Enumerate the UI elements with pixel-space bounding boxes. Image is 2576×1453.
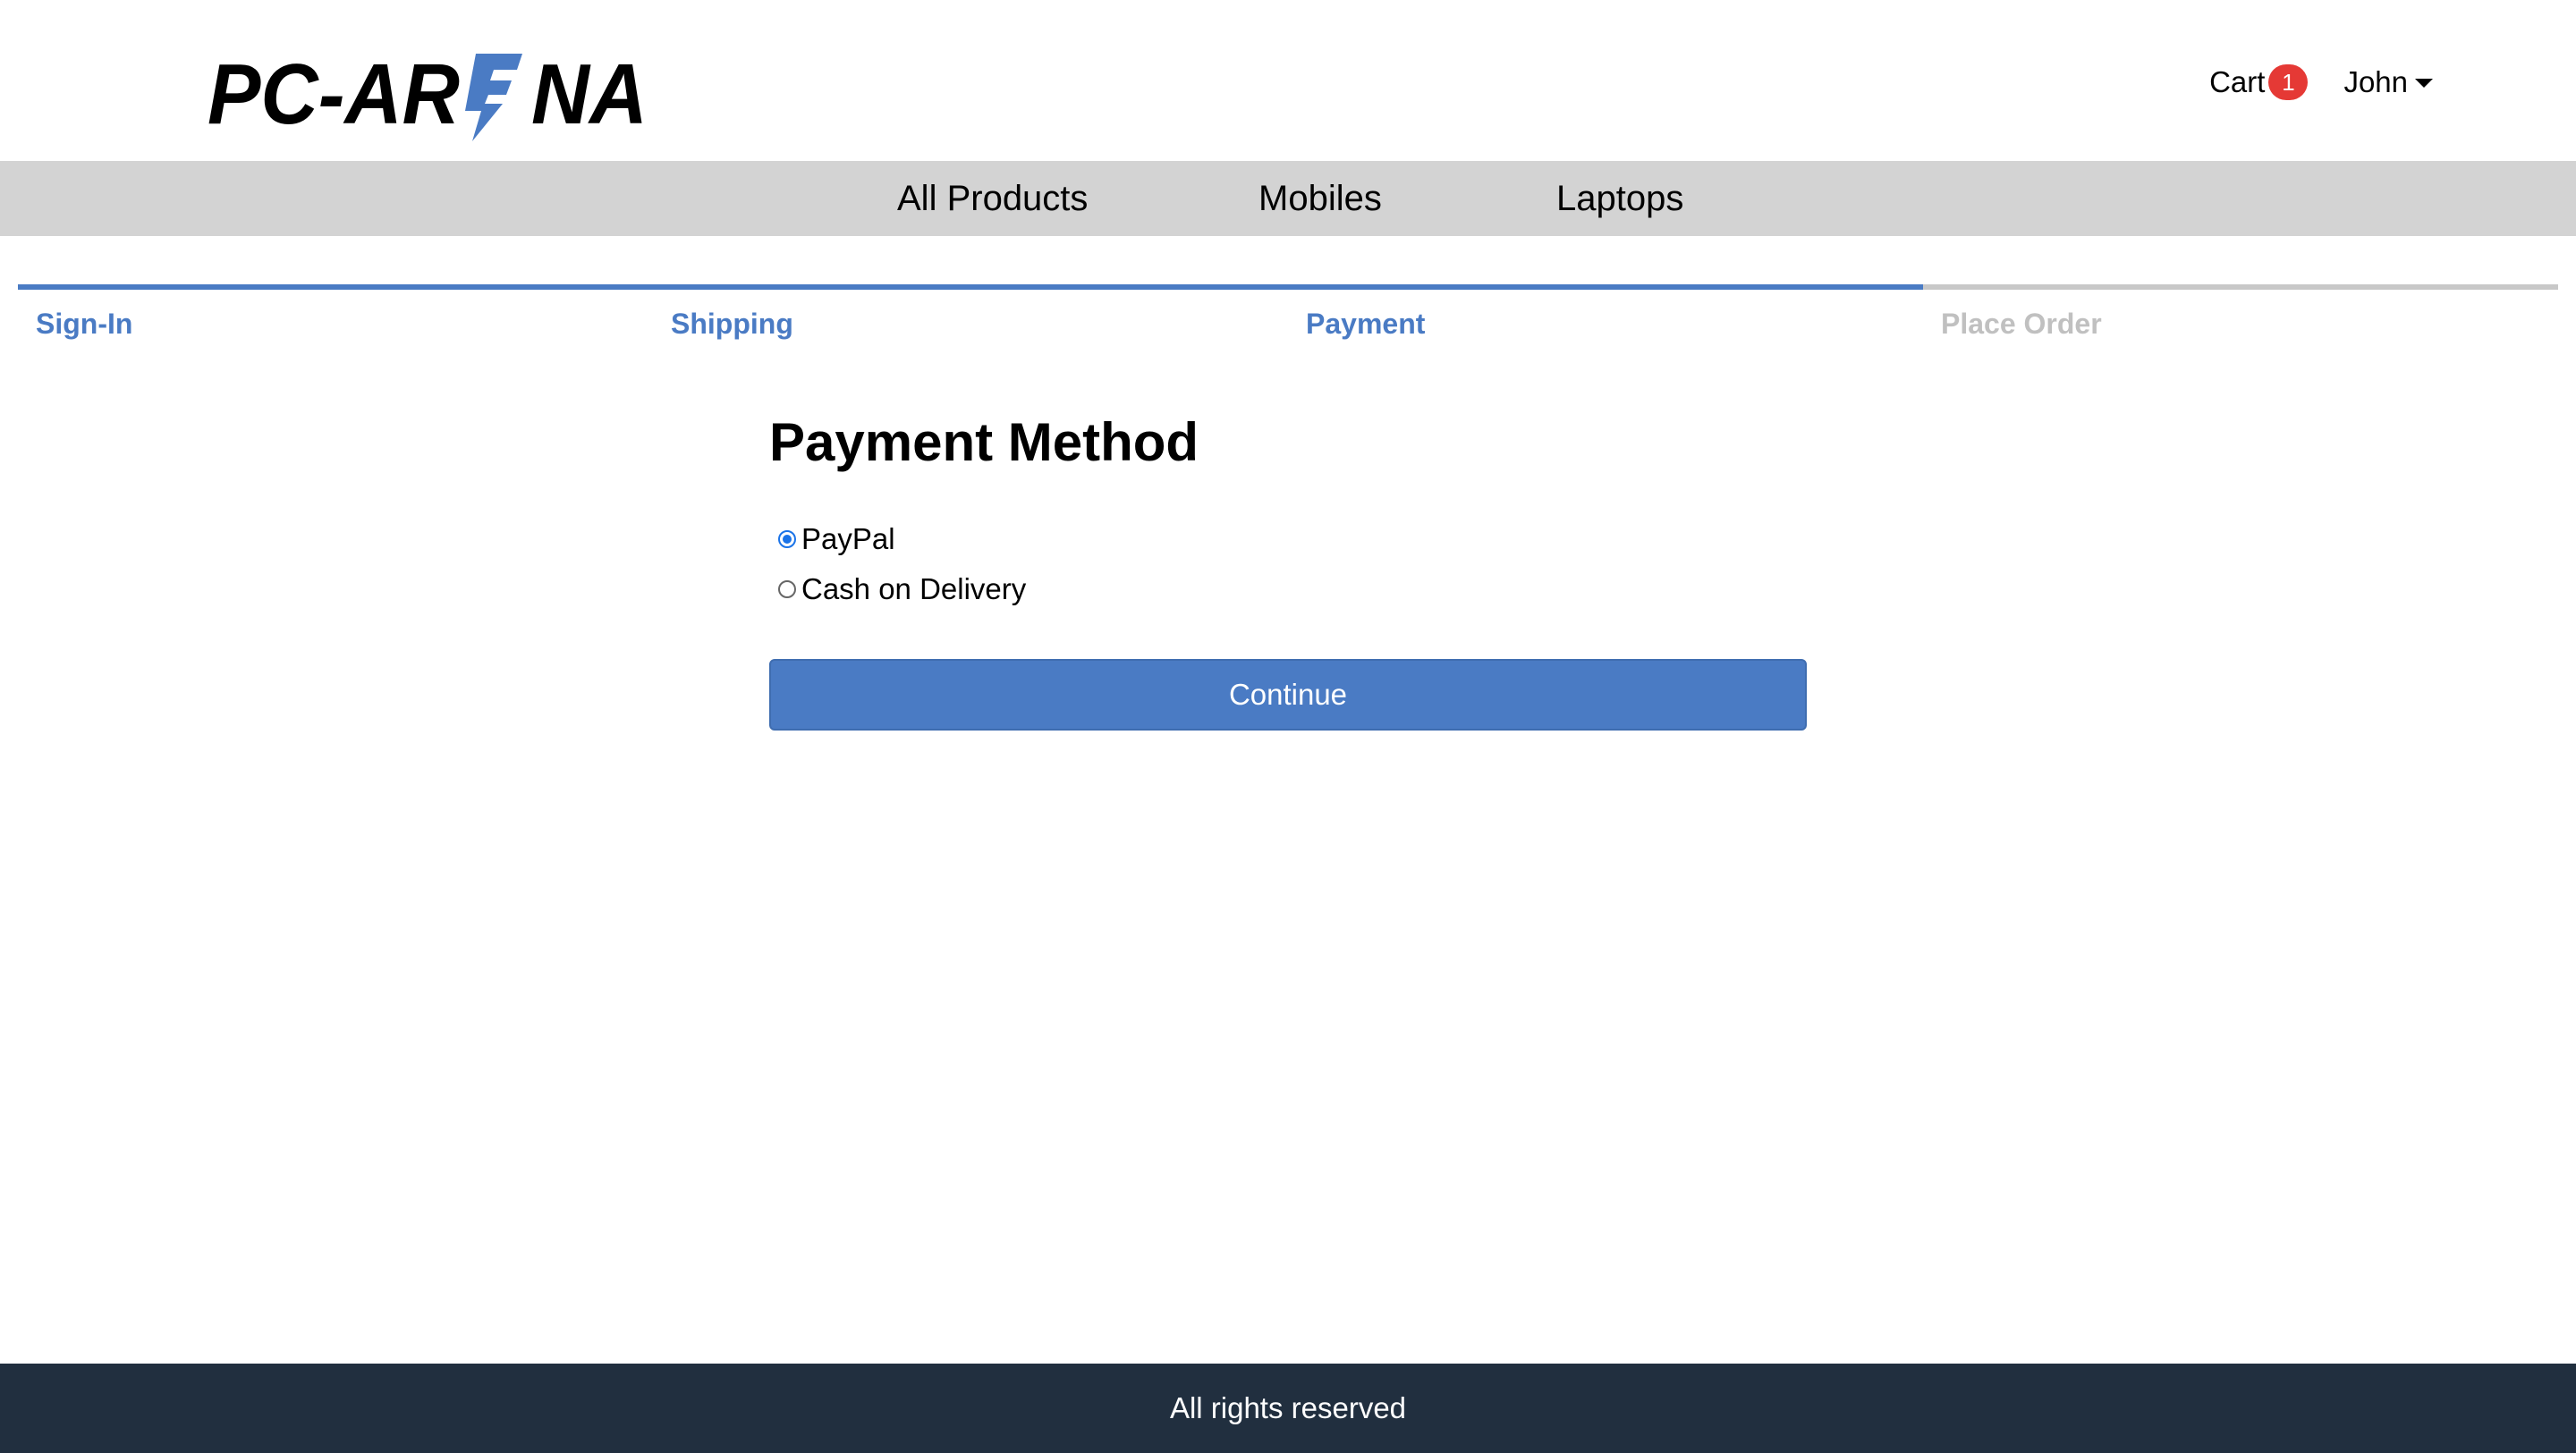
header-actions: Cart 1 John xyxy=(2209,57,2433,107)
step-place-order: Place Order xyxy=(1923,284,2558,347)
page-title: Payment Method xyxy=(769,412,1199,472)
payment-option-paypal[interactable]: PayPal xyxy=(778,514,1807,564)
payment-option-cod[interactable]: Cash on Delivery xyxy=(778,564,1807,614)
step-sign-in: Sign-In xyxy=(18,284,653,347)
cart-link[interactable]: Cart 1 xyxy=(2209,64,2309,100)
nav-laptops[interactable]: Laptops xyxy=(1556,161,1683,236)
category-nav: All Products Mobiles Laptops xyxy=(0,161,2576,236)
site-footer: All rights reserved xyxy=(0,1364,2576,1453)
paypal-radio[interactable] xyxy=(778,530,796,548)
caret-down-icon xyxy=(2415,79,2433,88)
svg-text:NA: NA xyxy=(531,46,648,142)
user-menu-dropdown[interactable]: John xyxy=(2343,65,2433,99)
site-header: PC-AR NA Cart 1 John xyxy=(0,0,2576,161)
continue-button[interactable]: Continue xyxy=(769,659,1807,731)
cart-count-badge: 1 xyxy=(2268,64,2309,100)
nav-all-products[interactable]: All Products xyxy=(897,161,1088,236)
nav-mobiles[interactable]: Mobiles xyxy=(1258,161,1382,236)
cash-on-delivery-label: Cash on Delivery xyxy=(801,572,1027,605)
checkout-steps: Sign-In Shipping Payment Place Order xyxy=(18,284,2558,347)
svg-text:PC-AR: PC-AR xyxy=(208,46,460,142)
user-name: John xyxy=(2343,65,2408,98)
step-payment: Payment xyxy=(1288,284,1923,347)
step-shipping: Shipping xyxy=(653,284,1288,347)
cart-label: Cart xyxy=(2209,65,2266,98)
pc-arena-logo[interactable]: PC-AR NA xyxy=(208,45,651,143)
cash-on-delivery-radio[interactable] xyxy=(778,580,796,598)
paypal-label: PayPal xyxy=(801,522,895,555)
footer-text: All rights reserved xyxy=(1169,1391,1407,1424)
payment-form: Payment Method PayPal Cash on Delivery C… xyxy=(769,407,1807,731)
